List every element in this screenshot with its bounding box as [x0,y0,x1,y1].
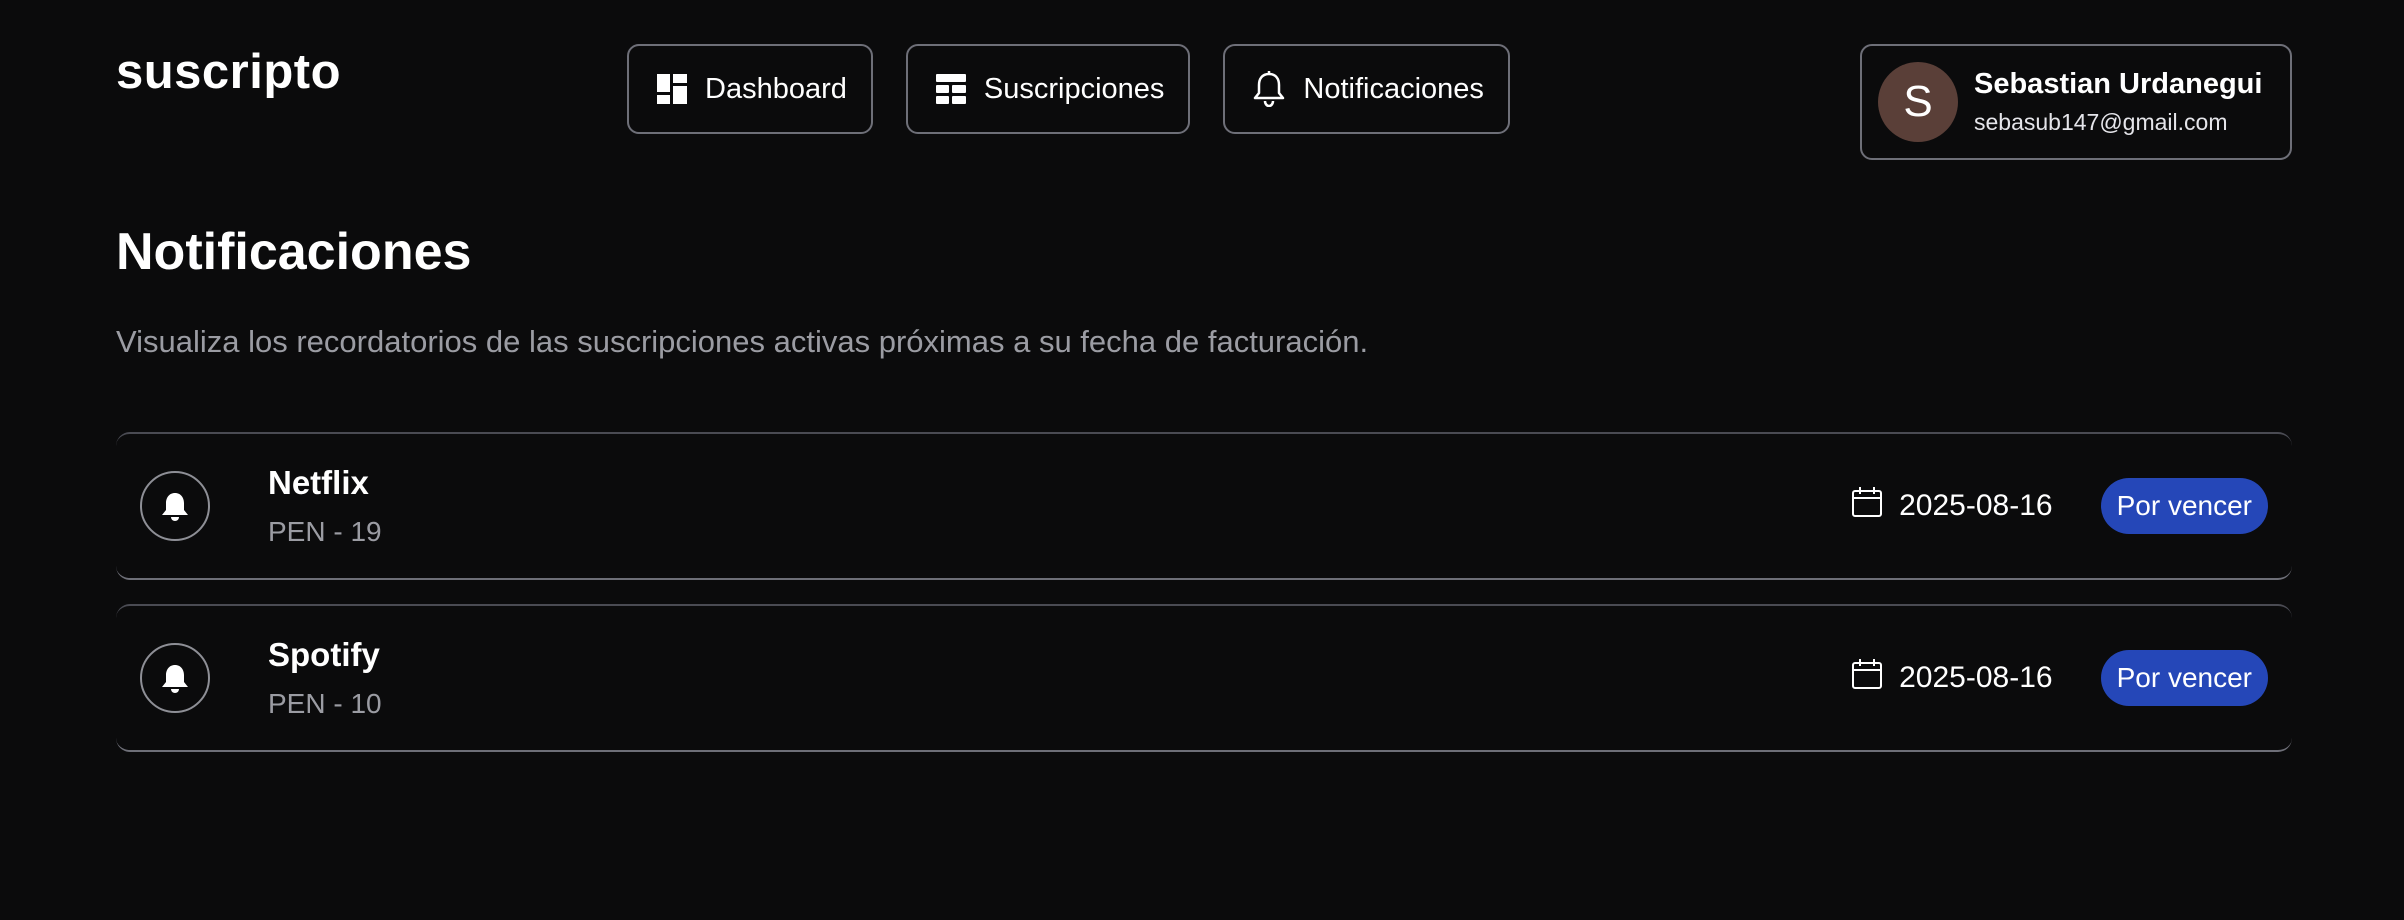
subscription-amount: PEN - 10 [268,688,382,719]
billing-date-value: 2025-08-16 [1899,661,2053,694]
nav-dashboard-button[interactable]: Dashboard [627,44,873,134]
subscription-name: Spotify [268,636,380,673]
avatar: S [1878,62,1958,142]
user-email: sebasub147@gmail.com [1974,109,2228,135]
nav-suscripciones-label: Suscripciones [983,72,1165,105]
notification-meta: 2025-08-16 Por vencer [1851,606,2268,750]
subscription-amount: PEN - 19 [268,516,382,547]
notification-list: Netflix PEN - 19 2025-08-16 Por vencer S… [116,432,2292,776]
dashboard-icon [657,74,687,104]
user-profile-card[interactable]: S Sebastian Urdanegui sebasub147@gmail.c… [1860,44,2292,160]
nav-notificaciones-button[interactable]: Notificaciones [1223,44,1510,134]
notification-item[interactable]: Spotify PEN - 10 2025-08-16 Por vencer [116,604,2292,752]
nav-dashboard-label: Dashboard [705,72,847,105]
table-icon [935,74,966,104]
page-subtitle: Visualiza los recordatorios de las suscr… [116,324,1369,359]
calendar-icon [1851,658,1883,698]
app-logo[interactable]: suscripto [116,44,341,100]
bell-icon [1253,71,1285,107]
notification-text: Spotify PEN - 10 [268,636,382,720]
calendar-icon [1851,486,1883,526]
notification-text: Netflix PEN - 19 [268,464,382,548]
user-info: Sebastian Urdanegui sebasub147@gmail.com [1974,68,2262,136]
billing-date: 2025-08-16 [1851,486,2053,526]
main-nav: Dashboard Suscripciones Notificaciones [627,44,1510,134]
billing-date: 2025-08-16 [1851,658,2053,698]
notification-meta: 2025-08-16 Por vencer [1851,434,2268,578]
notification-item[interactable]: Netflix PEN - 19 2025-08-16 Por vencer [116,432,2292,580]
subscription-name: Netflix [268,464,369,501]
page-title: Notificaciones [116,223,472,281]
status-badge: Por vencer [2100,650,2268,706]
user-name: Sebastian Urdanegui [1974,68,2263,100]
notifications-page: suscripto Dashboard Suscripciones Notifi… [0,0,2404,920]
nav-suscripciones-button[interactable]: Suscripciones [905,44,1191,134]
billing-date-value: 2025-08-16 [1899,489,2053,522]
status-badge: Por vencer [2100,478,2268,534]
notification-bell-icon [140,471,210,541]
nav-notificaciones-label: Notificaciones [1303,72,1484,105]
notification-bell-icon [140,643,210,713]
